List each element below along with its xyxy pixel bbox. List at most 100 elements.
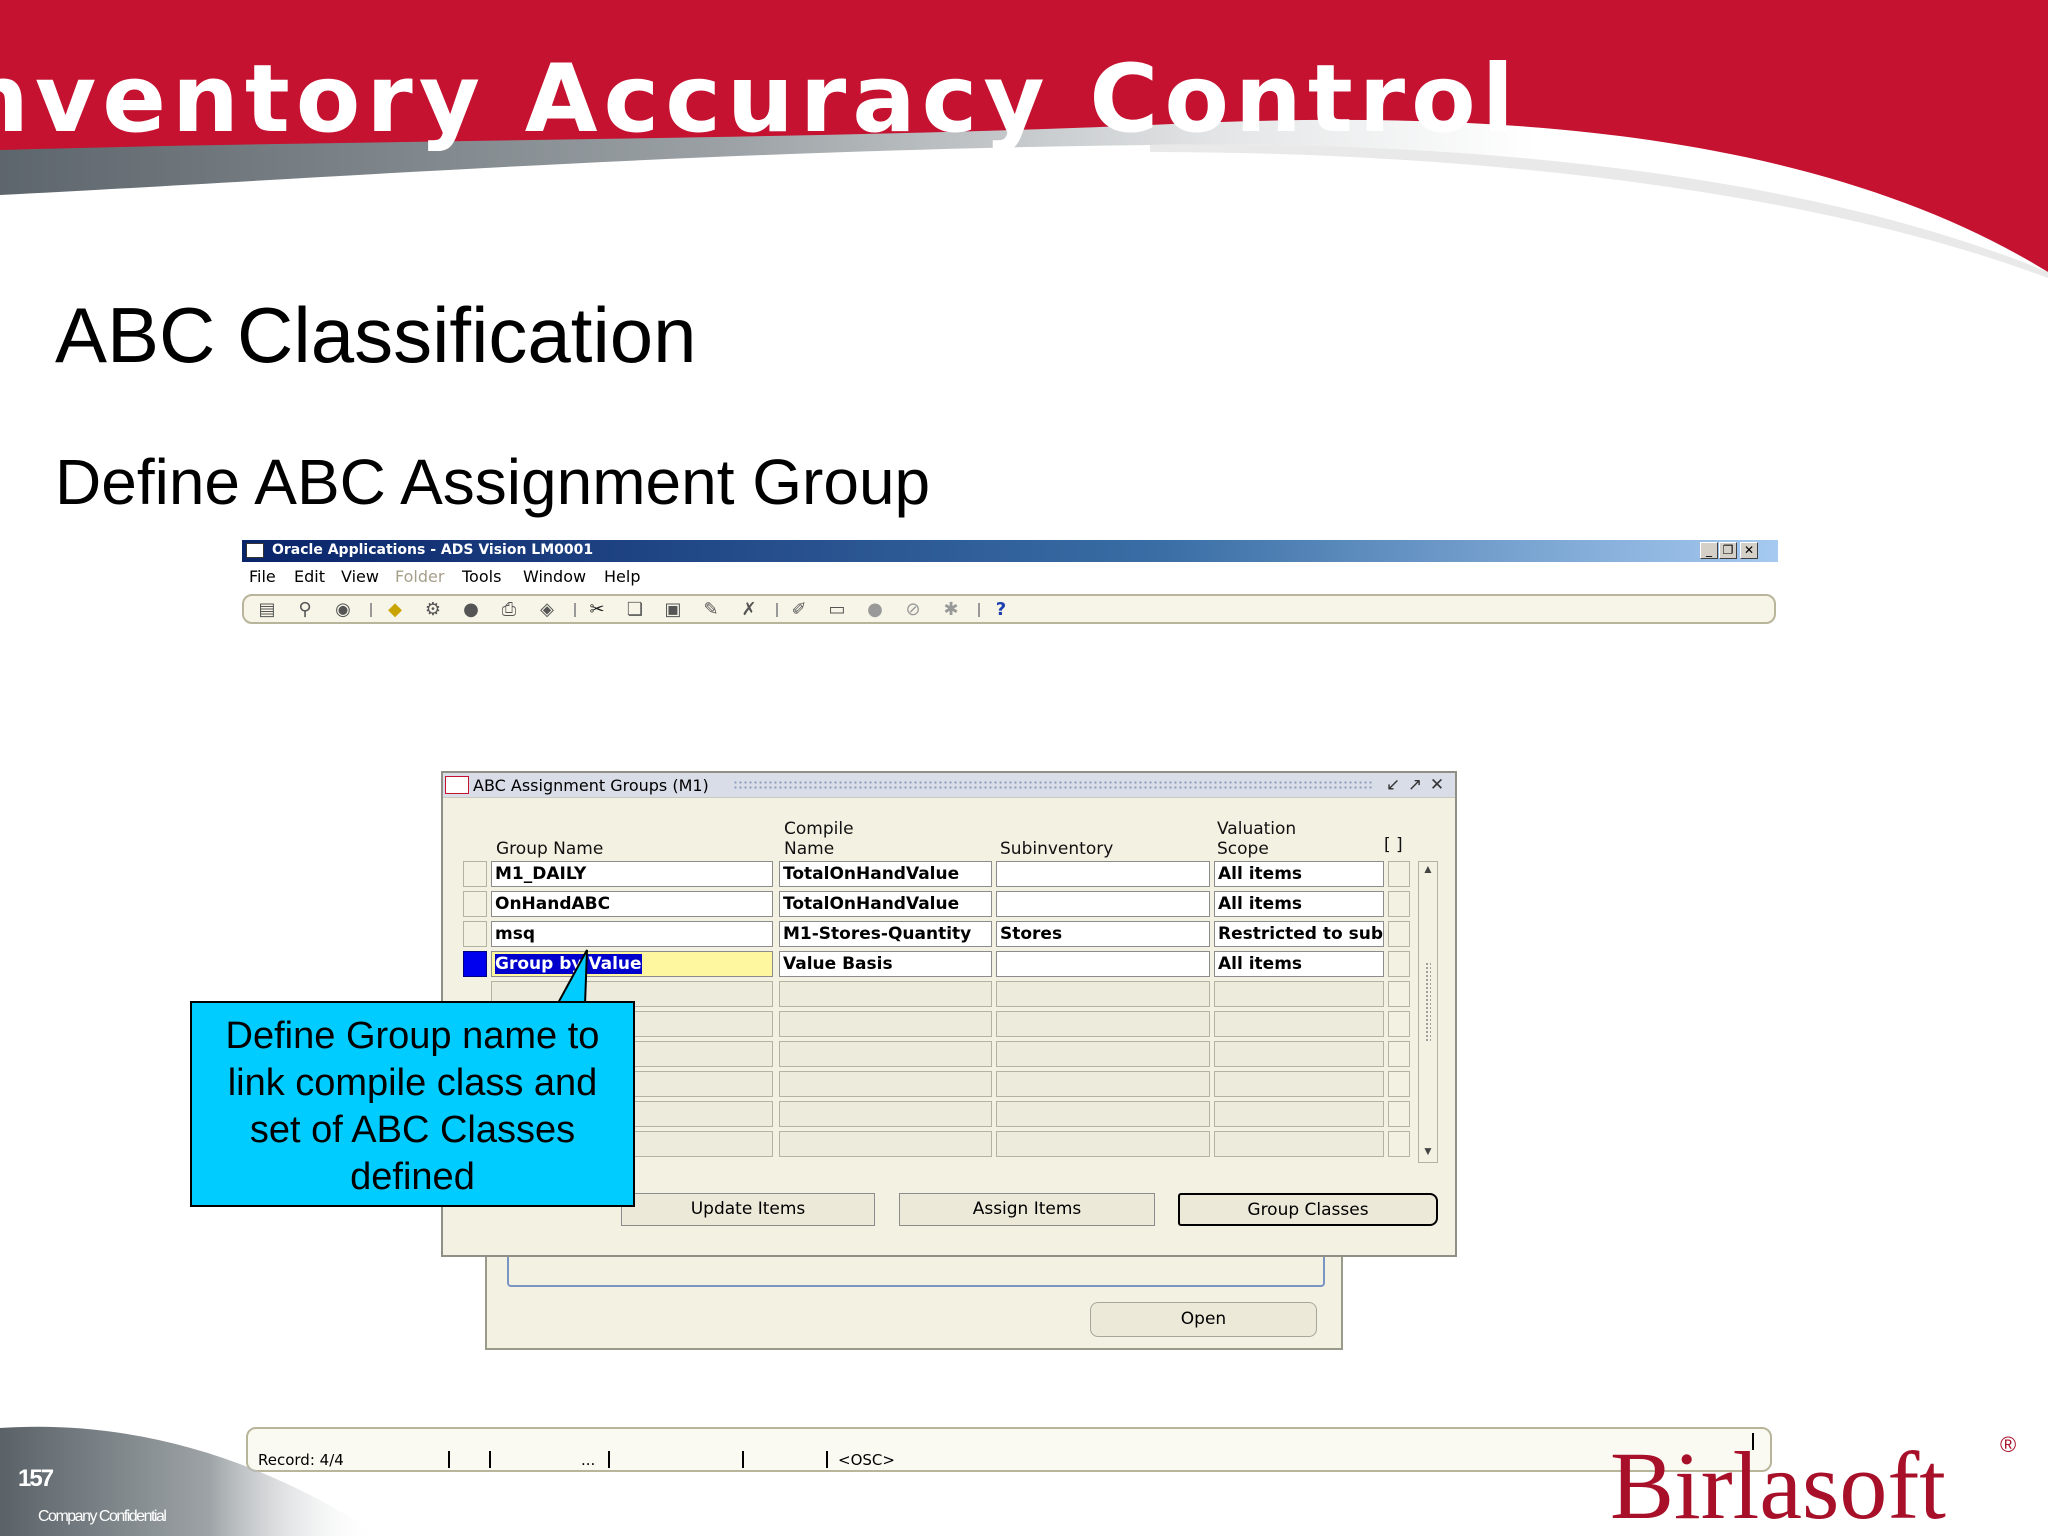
next-step-icon[interactable]: ⚙ (422, 600, 444, 620)
compile-name-field[interactable]: TotalOnHandValue (779, 861, 992, 887)
compile-name-field[interactable]: Value Basis (779, 951, 992, 977)
background-form: Open (485, 1245, 1343, 1350)
minimize-icon[interactable]: ↙ (1384, 775, 1402, 795)
row-flex-field[interactable] (1388, 921, 1410, 947)
copy-icon[interactable]: ❏ (624, 600, 646, 620)
row-flex-field[interactable] (1388, 1041, 1410, 1067)
compile-name-field[interactable] (779, 1011, 992, 1037)
close-icon[interactable]: ✕ (1428, 775, 1446, 795)
switch-responsibility-icon[interactable]: ● (460, 600, 482, 620)
save-icon[interactable]: ◆ (384, 600, 406, 620)
subinventory-field[interactable] (996, 981, 1210, 1007)
callout-line: link compile class and (227, 1062, 598, 1104)
toolbar: ▤ ⚲ ◉ ◆ ⚙ ● ⎙ ◈ ✂ ❏ ▣ ✎ ✗ ✐ ▭ ● ⊘ ✱ ? (242, 594, 1776, 624)
compile-name-field[interactable]: TotalOnHandValue (779, 891, 992, 917)
subinventory-field[interactable] (996, 891, 1210, 917)
valuation-scope-field[interactable] (1214, 1041, 1384, 1067)
open-button-label: Open (1180, 1309, 1227, 1329)
header-subinventory: Subinventory (1000, 839, 1114, 859)
attachments-icon[interactable]: ⊘ (902, 600, 924, 620)
valuation-scope-field[interactable] (1214, 1071, 1384, 1097)
zoom-icon[interactable]: ▭ (826, 600, 848, 620)
update-items-button[interactable]: Update Items (621, 1193, 875, 1226)
maximize-icon[interactable]: ↗ (1406, 775, 1424, 795)
assign-items-button[interactable]: Assign Items (899, 1193, 1155, 1226)
menu-folder[interactable]: Folder (395, 567, 444, 586)
group-classes-button[interactable]: Group Classes (1178, 1193, 1438, 1226)
slide-heading: ABC Classification (55, 291, 697, 379)
valuation-scope-field[interactable]: All items (1214, 891, 1384, 917)
close-icon[interactable]: ✕ (1740, 542, 1758, 559)
row-flex-field[interactable] (1388, 1101, 1410, 1127)
subinventory-field[interactable] (996, 1101, 1210, 1127)
cut-icon[interactable]: ✂ (586, 600, 608, 620)
header-valuation-2: Scope (1217, 839, 1269, 859)
row-selector[interactable] (463, 861, 487, 887)
clear-record-icon[interactable]: ✎ (700, 600, 722, 620)
valuation-scope-field[interactable]: Restricted to subi (1214, 921, 1384, 947)
valuation-scope-field[interactable] (1214, 1011, 1384, 1037)
help-icon[interactable]: ? (990, 600, 1012, 620)
brand-wordmark: Birlasoft (1610, 1432, 1946, 1530)
compile-name-field[interactable]: M1-Stores-Quantity (779, 921, 992, 947)
compile-name-field[interactable] (779, 981, 992, 1007)
compile-name-field[interactable] (779, 1131, 992, 1157)
row-flex-field[interactable] (1388, 861, 1410, 887)
valuation-scope-field[interactable] (1214, 1101, 1384, 1127)
edit-field-icon[interactable]: ✐ (788, 600, 810, 620)
update-items-label: Update Items (690, 1199, 806, 1219)
group-name-field[interactable]: msq (491, 921, 773, 947)
menu-window[interactable]: Window (523, 567, 586, 586)
restore-icon[interactable]: ❐ (1719, 542, 1737, 559)
row-flex-field[interactable] (1388, 981, 1410, 1007)
paste-icon[interactable]: ▣ (662, 600, 684, 620)
subinventory-field[interactable] (996, 1131, 1210, 1157)
menu-help[interactable]: Help (604, 567, 640, 586)
translations-icon[interactable]: ● (864, 600, 886, 620)
open-button[interactable]: Open (1090, 1302, 1317, 1337)
row-flex-field[interactable] (1388, 891, 1410, 917)
find-icon[interactable]: ⚲ (294, 600, 316, 620)
valuation-scope-field[interactable]: All items (1214, 861, 1384, 887)
subinventory-field[interactable] (996, 861, 1210, 887)
menu-tools[interactable]: Tools (462, 567, 501, 586)
compile-name-field[interactable] (779, 1071, 992, 1097)
folder-tools-icon[interactable]: ✱ (940, 600, 962, 620)
compile-name-field[interactable] (779, 1041, 992, 1067)
menu-file[interactable]: File (249, 567, 276, 586)
menu-edit[interactable]: Edit (294, 567, 325, 586)
row-selector[interactable] (463, 891, 487, 917)
scroll-up-icon[interactable]: ▲ (1421, 862, 1435, 876)
group-name-field[interactable]: M1_DAILY (491, 861, 773, 887)
row-flex-field[interactable] (1388, 1071, 1410, 1097)
close-form-icon[interactable]: ◈ (536, 600, 558, 620)
row-flex-field[interactable] (1388, 951, 1410, 977)
navigator-icon[interactable]: ◉ (332, 600, 354, 620)
subinventory-field[interactable]: Stores (996, 921, 1210, 947)
menu-view[interactable]: View (341, 567, 379, 586)
row-selector[interactable] (463, 921, 487, 947)
scroll-down-icon[interactable]: ▼ (1421, 1144, 1435, 1158)
row-flex-field[interactable] (1388, 1011, 1410, 1037)
group-name-field[interactable]: OnHandABC (491, 891, 773, 917)
scroll-thumb[interactable] (1425, 962, 1431, 1042)
vertical-scrollbar[interactable]: ▲ ▼ (1418, 861, 1438, 1163)
subinventory-field[interactable] (996, 951, 1210, 977)
valuation-scope-field[interactable]: All items (1214, 951, 1384, 977)
row-selector-active[interactable] (463, 951, 487, 977)
print-icon[interactable]: ⎙ (498, 600, 520, 620)
new-icon[interactable]: ▤ (256, 600, 278, 620)
minimize-icon[interactable]: _ (1700, 542, 1718, 559)
subinventory-field[interactable] (996, 1041, 1210, 1067)
abc-window-titlebar[interactable]: ABC Assignment Groups (M1) ↙ ↗ ✕ (443, 773, 1455, 798)
valuation-scope-field[interactable] (1214, 981, 1384, 1007)
delete-record-icon[interactable]: ✗ (738, 600, 760, 620)
group-name-field-active[interactable]: Group by Value (491, 951, 773, 977)
subinventory-field[interactable] (996, 1071, 1210, 1097)
oracle-window-titlebar[interactable]: Oracle Applications - ADS Vision LM0001 … (242, 540, 1778, 562)
row-flex-field[interactable] (1388, 1131, 1410, 1157)
group-classes-label: Group Classes (1247, 1200, 1369, 1220)
compile-name-field[interactable] (779, 1101, 992, 1127)
subinventory-field[interactable] (996, 1011, 1210, 1037)
valuation-scope-field[interactable] (1214, 1131, 1384, 1157)
